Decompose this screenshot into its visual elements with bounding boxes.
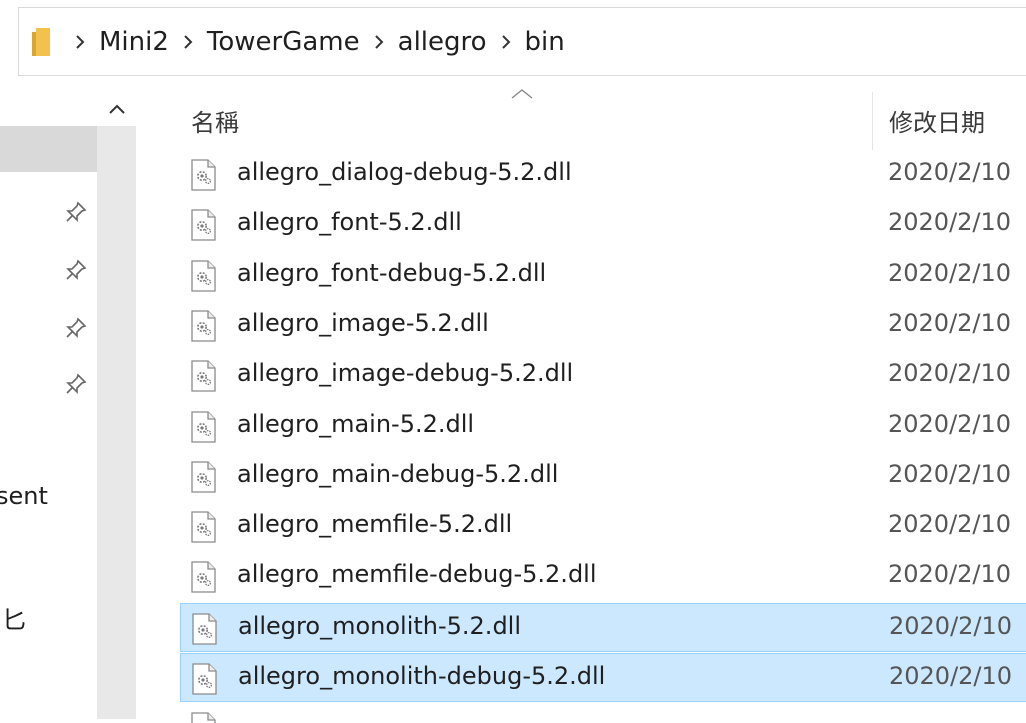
file-row[interactable]: allegro_font-5.2.dll 2020/2/10 <box>180 200 1026 249</box>
folder-icon <box>32 28 50 56</box>
dll-file-icon <box>190 461 216 493</box>
file-date-modified: 2020/2/10 <box>888 259 1012 287</box>
dll-file-icon <box>191 663 217 695</box>
file-date-modified: 2020/2/10 <box>888 158 1012 186</box>
file-date-modified: 2020/2/10 <box>889 662 1013 690</box>
dll-file-icon <box>190 411 216 443</box>
file-row[interactable]: allegro_memfile-debug-5.2.dll 2020/2/10 <box>180 552 1026 601</box>
sort-ascending-icon <box>511 89 533 99</box>
file-name: allegro_monolith-debug-5.2.dll <box>238 662 606 690</box>
file-name: allegro_font-debug-5.2.dll <box>237 259 547 287</box>
file-date-modified: 2020/2/10 <box>888 560 1012 588</box>
dll-file-icon <box>190 310 216 342</box>
chevron-right-icon[interactable] <box>175 8 201 75</box>
file-row[interactable]: allegro_main-5.2.dll 2020/2/10 <box>180 402 1026 451</box>
file-name: allegro_monolith-5.2.dll <box>238 612 522 640</box>
file-row[interactable] <box>180 703 1026 723</box>
pin-icon[interactable] <box>64 258 88 282</box>
file-name: allegro_dialog-debug-5.2.dll <box>237 158 572 186</box>
chevron-right-icon[interactable] <box>366 8 392 75</box>
breadcrumb-item-bin[interactable]: bin <box>519 27 571 57</box>
file-row[interactable]: allegro_image-5.2.dll 2020/2/10 <box>180 301 1026 350</box>
nav-item-partial[interactable]: 匕 <box>2 600 26 635</box>
chevron-right-icon[interactable] <box>67 8 93 75</box>
file-row[interactable]: allegro_monolith-5.2.dll 2020/2/10 <box>180 603 1026 652</box>
column-header-date-modified[interactable]: 修改日期 <box>889 103 985 138</box>
file-row[interactable]: allegro_memfile-5.2.dll 2020/2/10 <box>180 502 1026 551</box>
dll-file-icon <box>190 360 216 392</box>
file-date-modified: 2020/2/10 <box>888 359 1012 387</box>
breadcrumb-item-towergame[interactable]: TowerGame <box>201 27 366 57</box>
nav-item-recent[interactable]: sent <box>0 482 48 510</box>
file-date-modified: 2020/2/10 <box>888 208 1012 236</box>
column-header-name[interactable]: 名稱 <box>191 103 239 138</box>
file-row[interactable]: allegro_monolith-debug-5.2.dll 2020/2/10 <box>180 653 1026 702</box>
pin-icon[interactable] <box>64 316 88 340</box>
file-row[interactable]: allegro_main-debug-5.2.dll 2020/2/10 <box>180 452 1026 501</box>
file-row[interactable]: allegro_dialog-debug-5.2.dll 2020/2/10 <box>180 150 1026 199</box>
navigation-pane: sent 匕 <box>0 88 138 719</box>
file-date-modified: 2020/2/10 <box>888 410 1012 438</box>
chevron-right-icon[interactable] <box>493 8 519 75</box>
file-date-modified: 2020/2/10 <box>889 612 1013 640</box>
breadcrumb-item-mini2[interactable]: Mini2 <box>93 27 175 57</box>
column-divider[interactable] <box>872 92 873 150</box>
file-name: allegro_memfile-debug-5.2.dll <box>237 560 597 588</box>
file-date-modified: 2020/2/10 <box>888 309 1012 337</box>
dll-file-icon <box>190 561 216 593</box>
dll-file-icon <box>190 260 216 292</box>
dll-file-icon <box>190 511 216 543</box>
dll-file-icon <box>190 209 216 241</box>
file-name: allegro_main-5.2.dll <box>237 410 475 438</box>
file-name: allegro_memfile-5.2.dll <box>237 510 513 538</box>
dll-file-icon <box>191 613 217 645</box>
file-date-modified: 2020/2/10 <box>888 460 1012 488</box>
chevron-up-icon[interactable] <box>104 98 130 120</box>
file-name: allegro_main-debug-5.2.dll <box>237 460 559 488</box>
dll-file-icon <box>190 712 216 723</box>
address-bar[interactable]: Mini2 TowerGame allegro bin <box>18 7 1026 76</box>
breadcrumb: Mini2 TowerGame allegro bin <box>67 8 571 75</box>
breadcrumb-item-allegro[interactable]: allegro <box>392 27 493 57</box>
dll-file-icon <box>190 159 216 191</box>
file-name: allegro_image-5.2.dll <box>237 309 489 337</box>
file-name: allegro_font-5.2.dll <box>237 208 462 236</box>
nav-item-selected[interactable] <box>0 126 97 172</box>
file-row[interactable]: allegro_image-debug-5.2.dll 2020/2/10 <box>180 351 1026 400</box>
pin-icon[interactable] <box>64 200 88 224</box>
file-name: allegro_image-debug-5.2.dll <box>237 359 574 387</box>
file-row[interactable]: allegro_font-debug-5.2.dll 2020/2/10 <box>180 251 1026 300</box>
pin-icon[interactable] <box>64 372 88 396</box>
file-date-modified: 2020/2/10 <box>888 510 1012 538</box>
nav-scrollbar-track[interactable] <box>97 126 136 719</box>
